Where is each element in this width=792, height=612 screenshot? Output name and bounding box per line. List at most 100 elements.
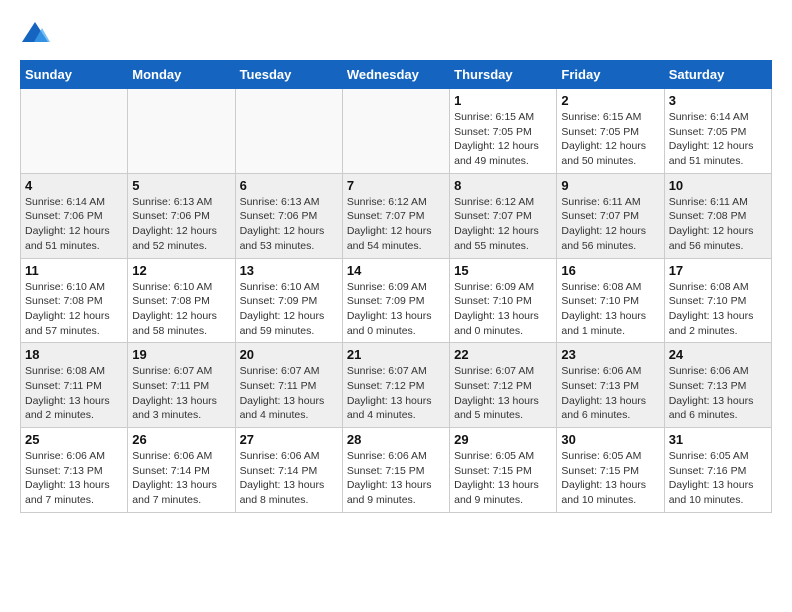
calendar-day-cell: 3 Sunrise: 6:14 AM Sunset: 7:05 PM Daylig… <box>664 89 771 174</box>
day-number: 17 <box>669 263 767 278</box>
calendar-day-cell: 12 Sunrise: 6:10 AM Sunset: 7:08 PM Dayli… <box>128 258 235 343</box>
calendar-day-cell: 27 Sunrise: 6:06 AM Sunset: 7:14 PM Dayli… <box>235 428 342 513</box>
calendar-day-cell: 8 Sunrise: 6:12 AM Sunset: 7:07 PM Daylig… <box>450 173 557 258</box>
day-info: Sunrise: 6:11 AM Sunset: 7:07 PM Dayligh… <box>561 195 659 254</box>
day-number: 20 <box>240 347 338 362</box>
calendar-day-cell: 13Sunrise: 6:10 AM Sunset: 7:09 PM Dayli… <box>235 258 342 343</box>
day-number: 22 <box>454 347 552 362</box>
calendar-day-cell: 9 Sunrise: 6:11 AM Sunset: 7:07 PM Daylig… <box>557 173 664 258</box>
calendar-header-row: SundayMondayTuesdayWednesdayThursdayFrid… <box>21 61 772 89</box>
day-number: 26 <box>132 432 230 447</box>
calendar-day-cell: 7 Sunrise: 6:12 AM Sunset: 7:07 PM Daylig… <box>342 173 449 258</box>
calendar-day-cell: 30 Sunrise: 6:05 AM Sunset: 7:15 PM Dayli… <box>557 428 664 513</box>
day-number: 15 <box>454 263 552 278</box>
day-info: Sunrise: 6:05 AM Sunset: 7:16 PM Dayligh… <box>669 449 767 508</box>
day-number: 1 <box>454 93 552 108</box>
calendar-week-row: 25 Sunrise: 6:06 AM Sunset: 7:13 PM Dayli… <box>21 428 772 513</box>
calendar-week-row: 1 Sunrise: 6:15 AM Sunset: 7:05 PM Daylig… <box>21 89 772 174</box>
calendar-day-cell: 22 Sunrise: 6:07 AM Sunset: 7:12 PM Dayli… <box>450 343 557 428</box>
calendar-day-cell: 19 Sunrise: 6:07 AM Sunset: 7:11 PM Dayli… <box>128 343 235 428</box>
calendar-day-cell: 31 Sunrise: 6:05 AM Sunset: 7:16 PM Dayli… <box>664 428 771 513</box>
weekday-header: Friday <box>557 61 664 89</box>
logo <box>20 20 54 50</box>
day-number: 5 <box>132 178 230 193</box>
day-number: 6 <box>240 178 338 193</box>
calendar-day-cell: 28Sunrise: 6:06 AM Sunset: 7:15 PM Dayli… <box>342 428 449 513</box>
day-info: Sunrise: 6:15 AM Sunset: 7:05 PM Dayligh… <box>454 110 552 169</box>
day-number: 25 <box>25 432 123 447</box>
calendar-day-cell <box>235 89 342 174</box>
day-number: 27 <box>240 432 338 447</box>
day-number: 12 <box>132 263 230 278</box>
calendar-day-cell: 23 Sunrise: 6:06 AM Sunset: 7:13 PM Dayli… <box>557 343 664 428</box>
day-info: Sunrise: 6:06 AM Sunset: 7:13 PM Dayligh… <box>669 364 767 423</box>
day-info: Sunrise: 6:07 AM Sunset: 7:11 PM Dayligh… <box>240 364 338 423</box>
weekday-header: Thursday <box>450 61 557 89</box>
day-number: 11 <box>25 263 123 278</box>
day-info: Sunrise: 6:05 AM Sunset: 7:15 PM Dayligh… <box>561 449 659 508</box>
day-number: 24 <box>669 347 767 362</box>
calendar-day-cell: 6 Sunrise: 6:13 AM Sunset: 7:06 PM Daylig… <box>235 173 342 258</box>
day-info: Sunrise: 6:06 AM Sunset: 7:13 PM Dayligh… <box>561 364 659 423</box>
calendar-day-cell: 16Sunrise: 6:08 AM Sunset: 7:10 PM Dayli… <box>557 258 664 343</box>
day-number: 4 <box>25 178 123 193</box>
day-number: 19 <box>132 347 230 362</box>
day-info: Sunrise: 6:12 AM Sunset: 7:07 PM Dayligh… <box>347 195 445 254</box>
calendar-week-row: 11 Sunrise: 6:10 AM Sunset: 7:08 PM Dayli… <box>21 258 772 343</box>
calendar-day-cell: 15 Sunrise: 6:09 AM Sunset: 7:10 PM Dayli… <box>450 258 557 343</box>
calendar-day-cell: 1 Sunrise: 6:15 AM Sunset: 7:05 PM Daylig… <box>450 89 557 174</box>
day-number: 14 <box>347 263 445 278</box>
day-number: 30 <box>561 432 659 447</box>
weekday-header: Monday <box>128 61 235 89</box>
day-info: Sunrise: 6:06 AM Sunset: 7:15 PM Dayligh… <box>347 449 445 508</box>
calendar-day-cell: 10Sunrise: 6:11 AM Sunset: 7:08 PM Dayli… <box>664 173 771 258</box>
day-number: 18 <box>25 347 123 362</box>
calendar-day-cell: 5 Sunrise: 6:13 AM Sunset: 7:06 PM Daylig… <box>128 173 235 258</box>
day-info: Sunrise: 6:13 AM Sunset: 7:06 PM Dayligh… <box>240 195 338 254</box>
calendar-day-cell: 4Sunrise: 6:14 AM Sunset: 7:06 PM Daylig… <box>21 173 128 258</box>
calendar-week-row: 18 Sunrise: 6:08 AM Sunset: 7:11 PM Dayli… <box>21 343 772 428</box>
day-number: 13 <box>240 263 338 278</box>
calendar-day-cell: 21Sunrise: 6:07 AM Sunset: 7:12 PM Dayli… <box>342 343 449 428</box>
day-info: Sunrise: 6:07 AM Sunset: 7:11 PM Dayligh… <box>132 364 230 423</box>
day-number: 9 <box>561 178 659 193</box>
day-number: 29 <box>454 432 552 447</box>
calendar-day-cell: 17 Sunrise: 6:08 AM Sunset: 7:10 PM Dayli… <box>664 258 771 343</box>
weekday-header: Sunday <box>21 61 128 89</box>
day-info: Sunrise: 6:06 AM Sunset: 7:14 PM Dayligh… <box>132 449 230 508</box>
weekday-header: Tuesday <box>235 61 342 89</box>
day-info: Sunrise: 6:14 AM Sunset: 7:05 PM Dayligh… <box>669 110 767 169</box>
day-info: Sunrise: 6:06 AM Sunset: 7:13 PM Dayligh… <box>25 449 123 508</box>
day-number: 16 <box>561 263 659 278</box>
calendar-day-cell: 25 Sunrise: 6:06 AM Sunset: 7:13 PM Dayli… <box>21 428 128 513</box>
day-info: Sunrise: 6:12 AM Sunset: 7:07 PM Dayligh… <box>454 195 552 254</box>
day-info: Sunrise: 6:05 AM Sunset: 7:15 PM Dayligh… <box>454 449 552 508</box>
day-info: Sunrise: 6:10 AM Sunset: 7:08 PM Dayligh… <box>25 280 123 339</box>
calendar-day-cell: 29 Sunrise: 6:05 AM Sunset: 7:15 PM Dayli… <box>450 428 557 513</box>
day-number: 8 <box>454 178 552 193</box>
day-info: Sunrise: 6:08 AM Sunset: 7:10 PM Dayligh… <box>669 280 767 339</box>
day-number: 7 <box>347 178 445 193</box>
calendar-day-cell: 26 Sunrise: 6:06 AM Sunset: 7:14 PM Dayli… <box>128 428 235 513</box>
day-info: Sunrise: 6:13 AM Sunset: 7:06 PM Dayligh… <box>132 195 230 254</box>
weekday-header: Saturday <box>664 61 771 89</box>
day-number: 10 <box>669 178 767 193</box>
calendar-day-cell: 24 Sunrise: 6:06 AM Sunset: 7:13 PM Dayli… <box>664 343 771 428</box>
calendar-day-cell: 18 Sunrise: 6:08 AM Sunset: 7:11 PM Dayli… <box>21 343 128 428</box>
calendar-day-cell: 2 Sunrise: 6:15 AM Sunset: 7:05 PM Daylig… <box>557 89 664 174</box>
day-info: Sunrise: 6:09 AM Sunset: 7:10 PM Dayligh… <box>454 280 552 339</box>
calendar-day-cell <box>342 89 449 174</box>
logo-icon <box>20 20 50 50</box>
day-number: 31 <box>669 432 767 447</box>
day-number: 2 <box>561 93 659 108</box>
calendar-day-cell: 14Sunrise: 6:09 AM Sunset: 7:09 PM Dayli… <box>342 258 449 343</box>
day-info: Sunrise: 6:08 AM Sunset: 7:11 PM Dayligh… <box>25 364 123 423</box>
day-info: Sunrise: 6:15 AM Sunset: 7:05 PM Dayligh… <box>561 110 659 169</box>
day-number: 3 <box>669 93 767 108</box>
day-info: Sunrise: 6:10 AM Sunset: 7:08 PM Dayligh… <box>132 280 230 339</box>
calendar-week-row: 4Sunrise: 6:14 AM Sunset: 7:06 PM Daylig… <box>21 173 772 258</box>
day-info: Sunrise: 6:06 AM Sunset: 7:14 PM Dayligh… <box>240 449 338 508</box>
day-number: 23 <box>561 347 659 362</box>
day-info: Sunrise: 6:07 AM Sunset: 7:12 PM Dayligh… <box>454 364 552 423</box>
day-number: 21 <box>347 347 445 362</box>
